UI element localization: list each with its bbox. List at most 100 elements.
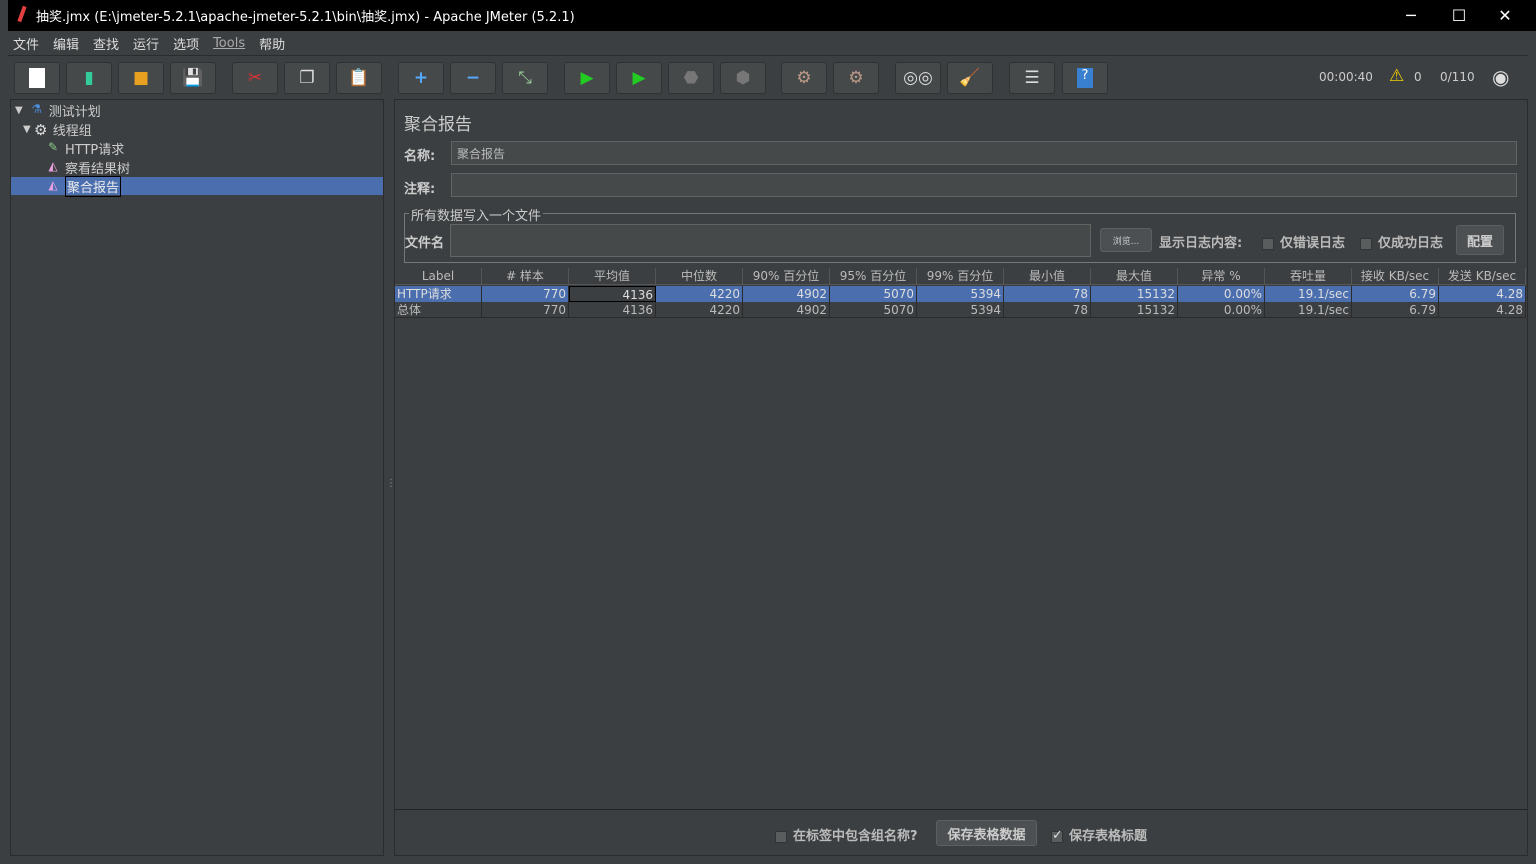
include-group-name-checkbox[interactable]: 在标签中包含组名称? — [775, 825, 918, 844]
start-icon: ▶ — [580, 68, 594, 88]
column-header[interactable]: 平均值 — [569, 268, 656, 285]
table-cell[interactable]: 4902 — [743, 302, 830, 318]
table-cell[interactable]: 19.1/sec — [1265, 302, 1352, 318]
menu-file[interactable]: 文件 — [13, 34, 39, 53]
copy-button[interactable]: ❐ — [284, 62, 330, 94]
checkbox-icon — [1262, 237, 1274, 250]
help-button[interactable]: ? — [1062, 62, 1108, 94]
table-cell[interactable]: 4.28 — [1439, 302, 1526, 318]
aggregate-report-panel: 聚合报告 名称: 聚合报告 注释: 所有数据写入一个文件 文件名 浏览... 显… — [394, 99, 1528, 856]
filename-field[interactable] — [450, 224, 1091, 257]
tree-item-http-request[interactable]: ✎ HTTP请求 — [45, 139, 124, 158]
table-row[interactable]: HTTP请求 770 4136 4220 4902 5070 5394 78 1… — [395, 286, 1526, 302]
maximize-button[interactable]: ☐ — [1436, 0, 1482, 31]
column-header[interactable]: 发送 KB/sec — [1439, 268, 1526, 285]
table-cell[interactable]: 4.28 — [1439, 286, 1526, 302]
column-header[interactable]: 异常 % — [1178, 268, 1265, 285]
table-row[interactable]: 总体 770 4136 4220 4902 5070 5394 78 15132… — [395, 302, 1526, 318]
column-header[interactable]: 最小值 — [1004, 268, 1091, 285]
tree-item-aggregate-report[interactable]: ◭ 聚合报告 — [11, 175, 383, 197]
tree-label: 测试计划 — [48, 104, 101, 120]
configure-button[interactable]: 配置 — [1456, 225, 1504, 255]
column-header[interactable]: 99% 百分位 — [917, 268, 1004, 285]
shutdown-button[interactable]: ⬢ — [720, 62, 766, 94]
clear-all-button[interactable]: ⚙ — [833, 62, 879, 94]
expand-arrow-icon[interactable]: ▼ — [23, 124, 31, 135]
save-table-data-button[interactable]: 保存表格数据 — [936, 820, 1037, 846]
table-cell[interactable]: 4220 — [656, 302, 743, 318]
column-header[interactable]: 吞吐量 — [1265, 268, 1352, 285]
table-cell[interactable]: 5394 — [917, 286, 1004, 302]
checkbox-icon — [1360, 237, 1372, 250]
table-cell[interactable]: 总体 — [395, 302, 482, 318]
comment-label: 注释: — [404, 182, 436, 197]
expand-button[interactable]: + — [398, 62, 444, 94]
menu-search[interactable]: 查找 — [93, 34, 119, 53]
menu-help[interactable]: 帮助 — [259, 34, 285, 53]
table-cell[interactable]: 770 — [482, 286, 569, 302]
minimize-button[interactable]: ─ — [1388, 0, 1434, 31]
open-button[interactable]: ■ — [118, 62, 164, 94]
start-no-pause-button[interactable]: ▶ — [616, 62, 662, 94]
start-button[interactable]: ▶ — [564, 62, 610, 94]
function-helper-button[interactable]: ☰ — [1009, 62, 1055, 94]
table-cell[interactable]: 4136 — [569, 302, 656, 318]
save-button[interactable]: 💾 — [170, 62, 216, 94]
table-cell[interactable]: 4136 — [569, 286, 656, 302]
column-header[interactable]: 最大值 — [1091, 268, 1178, 285]
clear-button[interactable]: ⚙ — [781, 62, 827, 94]
toggle-button[interactable]: ⤡ — [502, 62, 548, 94]
table-cell[interactable]: 5394 — [917, 302, 1004, 318]
table-cell[interactable]: 0.00% — [1178, 302, 1265, 318]
search-button[interactable]: ◎◎ — [895, 62, 941, 94]
success-only-checkbox[interactable]: 仅成功日志 — [1360, 232, 1443, 251]
column-header[interactable]: Label — [395, 268, 482, 285]
save-table-header-checkbox[interactable]: 保存表格标题 — [1051, 825, 1147, 844]
flask-icon: ⚗ — [31, 102, 43, 116]
stop-button[interactable]: ⬣ — [668, 62, 714, 94]
table-cell[interactable]: 78 — [1004, 302, 1091, 318]
reset-search-button[interactable]: 🧹 — [947, 62, 993, 94]
tree-item-thread-group[interactable]: ▼ ⚙ 线程组 — [23, 120, 92, 139]
menu-edit[interactable]: 编辑 — [53, 34, 79, 53]
table-cell[interactable]: 6.79 — [1352, 286, 1439, 302]
tree-item-test-plan[interactable]: ▼ ⚗ 测试计划 — [15, 101, 101, 120]
table-cell[interactable]: HTTP请求 — [395, 286, 482, 302]
paste-button[interactable]: 📋 — [336, 62, 382, 94]
table-cell[interactable]: 5070 — [830, 302, 917, 318]
templates-button[interactable]: ▮ — [66, 62, 112, 94]
table-cell[interactable]: 6.79 — [1352, 302, 1439, 318]
table-cell[interactable]: 5070 — [830, 286, 917, 302]
column-header[interactable]: 中位数 — [656, 268, 743, 285]
warning-icon[interactable]: ⚠ — [1389, 66, 1404, 86]
name-field[interactable]: 聚合报告 — [451, 141, 1517, 165]
new-button[interactable] — [14, 62, 60, 94]
table-cell[interactable]: 19.1/sec — [1265, 286, 1352, 302]
cut-button[interactable]: ✂ — [232, 62, 278, 94]
table-cell[interactable]: 15132 — [1091, 286, 1178, 302]
column-header[interactable]: 95% 百分位 — [830, 268, 917, 285]
table-cell[interactable]: 4220 — [656, 286, 743, 302]
table-cell[interactable]: 4902 — [743, 286, 830, 302]
table-cell[interactable]: 78 — [1004, 286, 1091, 302]
log-content-label: 显示日志内容: — [1159, 236, 1243, 251]
column-header[interactable]: # 样本 — [482, 268, 569, 285]
menu-run[interactable]: 运行 — [133, 34, 159, 53]
chart-icon: ◭ — [48, 159, 58, 173]
table-cell[interactable]: 770 — [482, 302, 569, 318]
table-cell[interactable]: 0.00% — [1178, 286, 1265, 302]
table-cell[interactable]: 15132 — [1091, 302, 1178, 318]
tree-item-view-results-tree[interactable]: ◭ 察看结果树 — [45, 158, 130, 177]
remote-status-icon[interactable]: ◉ — [1492, 65, 1509, 89]
collapse-button[interactable]: − — [450, 62, 496, 94]
column-header[interactable]: 90% 百分位 — [743, 268, 830, 285]
copy-icon: ❐ — [299, 68, 315, 88]
comment-field[interactable] — [451, 173, 1517, 197]
menu-options[interactable]: 选项 — [173, 34, 199, 53]
menu-tools[interactable]: Tools — [213, 36, 245, 51]
close-button[interactable]: ✕ — [1482, 0, 1528, 31]
browse-button[interactable]: 浏览... — [1100, 228, 1152, 252]
column-header[interactable]: 接收 KB/sec — [1352, 268, 1439, 285]
errors-only-checkbox[interactable]: 仅错误日志 — [1262, 232, 1345, 251]
expand-arrow-icon[interactable]: ▼ — [15, 105, 23, 116]
